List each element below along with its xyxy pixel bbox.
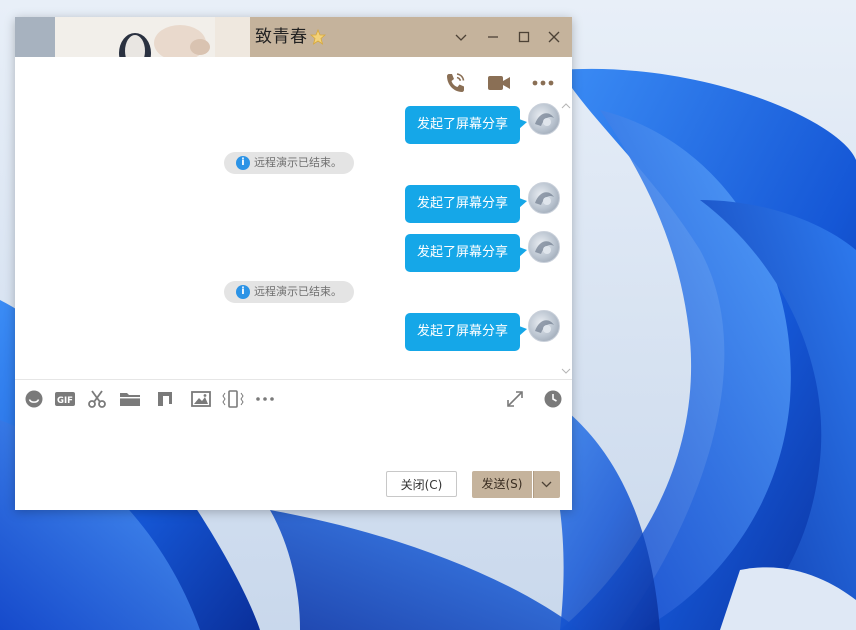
minimize-icon[interactable] bbox=[483, 27, 503, 47]
maximize-icon[interactable] bbox=[514, 27, 534, 47]
send-options-dropdown[interactable] bbox=[533, 471, 560, 498]
banner-image bbox=[15, 17, 275, 57]
bubble-tail bbox=[519, 198, 527, 208]
bubble-tail bbox=[519, 326, 527, 336]
more-options-icon[interactable] bbox=[530, 71, 556, 95]
bubble-tail bbox=[519, 119, 527, 129]
screenshot-scissors-icon[interactable] bbox=[86, 389, 108, 409]
video-call-icon[interactable] bbox=[486, 71, 512, 95]
minimize-dropdown-icon[interactable] bbox=[451, 27, 471, 47]
info-icon: i bbox=[236, 156, 250, 170]
chat-window: 致青春 发起了屏幕分享 i 远程演示已结束。 发起了屏幕分享 发起了屏幕分享 i… bbox=[15, 17, 572, 510]
message-bubble[interactable]: 发起了屏幕分享 bbox=[404, 313, 520, 351]
close-icon[interactable] bbox=[544, 27, 564, 47]
music-icon[interactable] bbox=[154, 389, 176, 409]
emoji-icon[interactable] bbox=[23, 389, 45, 409]
send-button[interactable]: 发送(S) bbox=[472, 471, 532, 498]
more-icon[interactable] bbox=[254, 389, 276, 409]
system-notice: i 远程演示已结束。 bbox=[224, 152, 354, 174]
message-row: 发起了屏幕分享 bbox=[15, 310, 572, 351]
system-notice: i 远程演示已结束。 bbox=[224, 281, 354, 303]
message-bubble[interactable]: 发起了屏幕分享 bbox=[404, 234, 520, 272]
message-row: 发起了屏幕分享 bbox=[15, 182, 572, 223]
avatar[interactable] bbox=[528, 182, 560, 214]
message-bubble[interactable]: 发起了屏幕分享 bbox=[404, 185, 520, 223]
system-notice-text: 远程演示已结束。 bbox=[254, 285, 342, 298]
folder-icon[interactable] bbox=[119, 389, 141, 409]
close-button[interactable]: 关闭(C) bbox=[386, 471, 457, 497]
info-icon: i bbox=[236, 285, 250, 299]
shake-window-icon[interactable] bbox=[222, 389, 244, 409]
scroll-down-icon[interactable] bbox=[561, 367, 571, 375]
avatar[interactable] bbox=[528, 231, 560, 263]
expand-icon[interactable] bbox=[504, 389, 526, 409]
bubble-tail bbox=[519, 247, 527, 257]
contact-name: 致青春 bbox=[255, 27, 308, 47]
input-divider bbox=[15, 379, 572, 380]
title-bar[interactable]: 致青春 bbox=[15, 17, 572, 57]
avatar[interactable] bbox=[528, 103, 560, 135]
message-row: 发起了屏幕分享 bbox=[15, 231, 572, 272]
avatar[interactable] bbox=[528, 310, 560, 342]
image-icon[interactable] bbox=[190, 389, 212, 409]
gif-icon[interactable]: GIF bbox=[54, 389, 76, 409]
voice-call-icon[interactable] bbox=[443, 71, 469, 95]
history-clock-icon[interactable] bbox=[542, 389, 564, 409]
system-notice-text: 远程演示已结束。 bbox=[254, 156, 342, 169]
message-input[interactable] bbox=[25, 417, 564, 469]
svg-text:GIF: GIF bbox=[57, 396, 73, 406]
message-bubble[interactable]: 发起了屏幕分享 bbox=[404, 106, 520, 144]
star-badge-icon bbox=[310, 29, 326, 45]
message-row: 发起了屏幕分享 bbox=[15, 103, 572, 144]
chevron-down-icon bbox=[541, 481, 552, 488]
